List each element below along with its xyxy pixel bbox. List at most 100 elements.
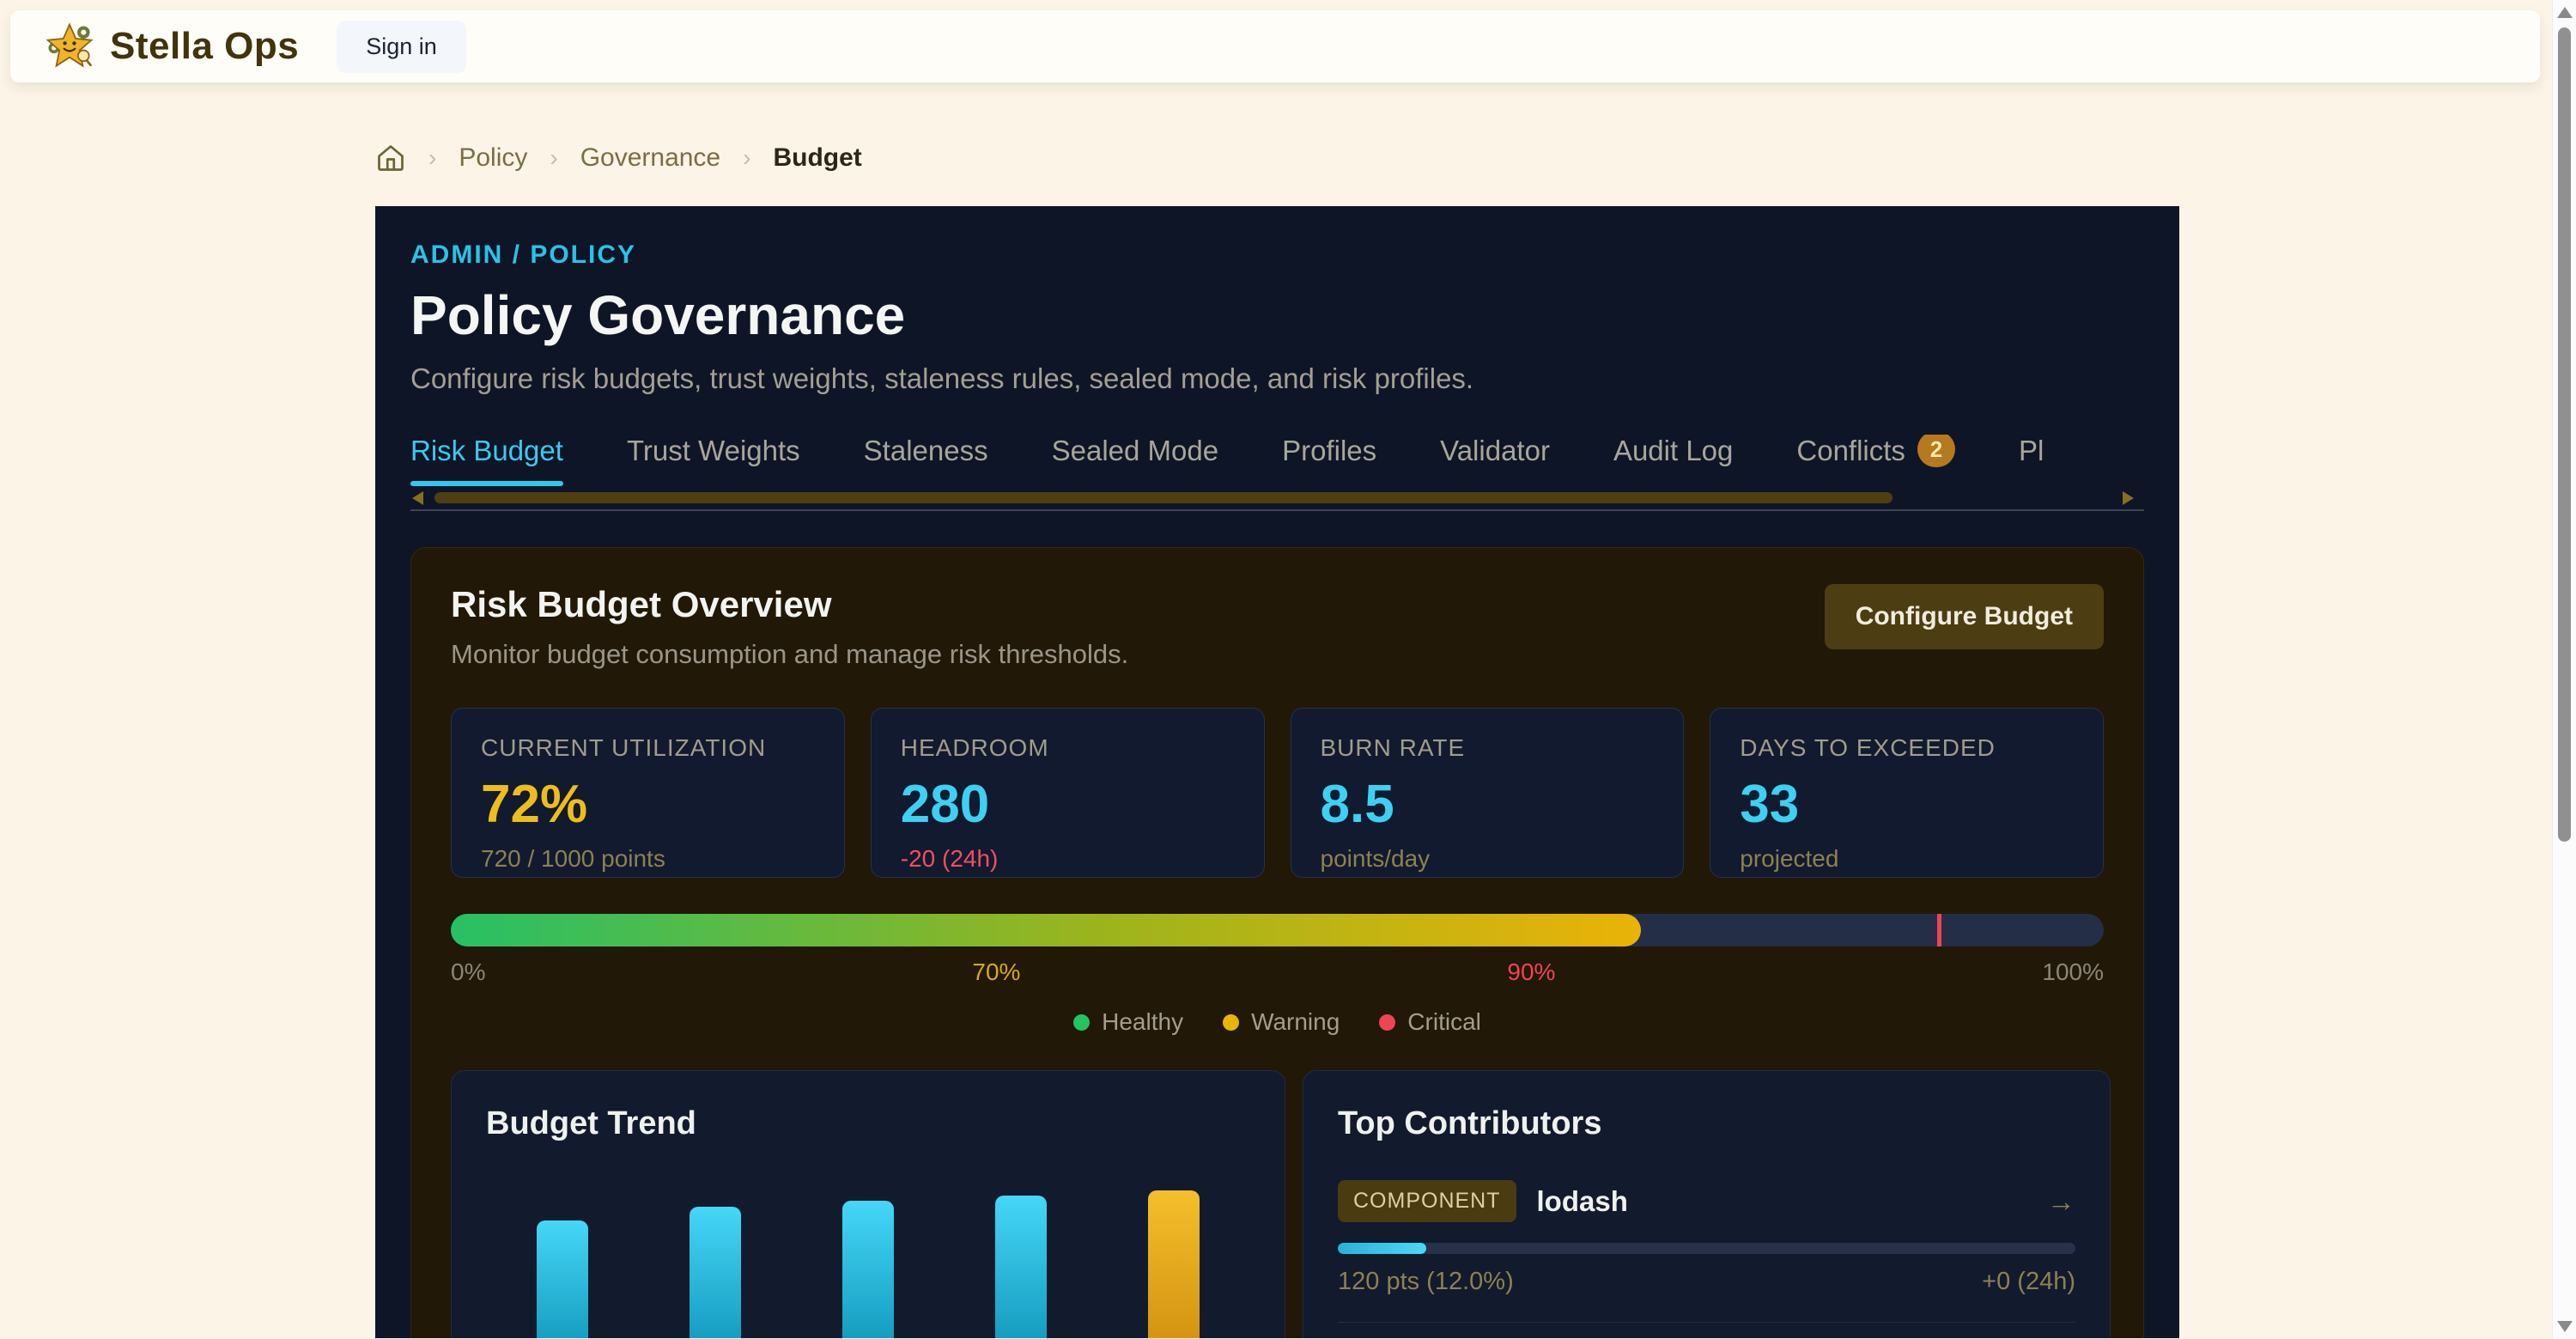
tab-staleness[interactable]: Staleness xyxy=(864,435,988,486)
scroll-up-arrow-icon[interactable] xyxy=(2557,7,2573,18)
breadcrumb-link-governance[interactable]: Governance xyxy=(580,143,720,173)
breadcrumb-separator: › xyxy=(428,144,436,172)
budget-trend-card: Budget Trend 12/1 12/8 12/15 12/22 12/29 xyxy=(451,1070,1285,1338)
browser-scrollbar-thumb[interactable] xyxy=(2558,27,2571,842)
divider xyxy=(1338,1322,2075,1323)
tabs-scroll-right-arrow-icon[interactable] xyxy=(2123,491,2134,505)
tabs-divider xyxy=(410,509,2144,511)
page-container: › Policy › Governance › Budget ADMIN / P… xyxy=(375,0,2179,1338)
stat-value: 280 xyxy=(901,774,1235,835)
configure-budget-button[interactable]: Configure Budget xyxy=(1825,584,2104,649)
breadcrumb-separator: › xyxy=(743,144,750,172)
stat-sub: -20 (24h) xyxy=(901,845,1235,873)
trend-bar xyxy=(842,1201,894,1338)
brand-logo-icon xyxy=(45,21,94,71)
sign-in-button[interactable]: Sign in xyxy=(337,21,466,73)
contributor-bar-fill xyxy=(1338,1243,1426,1254)
contributor-delta: +0 (24h) xyxy=(1982,1268,2075,1296)
legend-item-healthy: Healthy xyxy=(1073,1008,1183,1036)
app-header: Stella Ops Sign in xyxy=(10,10,2540,82)
tabs-scrollbar-thumb[interactable] xyxy=(434,492,1893,503)
contributor-bar-track xyxy=(1338,1243,2075,1254)
tabs-scrollbar[interactable] xyxy=(410,490,2144,504)
trend-bar xyxy=(995,1196,1047,1338)
browser-scrollbar[interactable] xyxy=(2552,0,2576,1339)
page-title: Policy Governance xyxy=(410,283,2144,347)
critical-dot-icon xyxy=(1379,1014,1395,1031)
breadcrumb-link-policy[interactable]: Policy xyxy=(459,143,527,173)
stat-label: HEADROOM xyxy=(901,734,1235,762)
contributors-list: COMPONENT lodash → 120 pts (12.0%) +0 (2… xyxy=(1338,1180,2075,1338)
trend-bar xyxy=(690,1207,741,1338)
warning-dot-icon xyxy=(1223,1014,1239,1031)
tab-profiles[interactable]: Profiles xyxy=(1282,435,1376,486)
tab-conflicts[interactable]: Conflicts 2 xyxy=(1796,435,1955,486)
brand-name: Stella Ops xyxy=(110,25,299,68)
stat-label: DAYS TO EXCEEDED xyxy=(1740,734,2074,762)
stat-card-headroom: HEADROOM 280 -20 (24h) xyxy=(871,708,1265,878)
stat-value: 72% xyxy=(481,774,815,835)
conflicts-count-badge: 2 xyxy=(1917,435,1955,467)
tabs-viewport: Risk Budget Trust Weights Staleness Seal… xyxy=(410,435,2144,486)
policy-governance-panel: ADMIN / POLICY Policy Governance Configu… xyxy=(375,206,2179,1338)
legend-item-critical: Critical xyxy=(1379,1008,1481,1036)
gauge-threshold-label: 70% xyxy=(972,959,1020,986)
budget-trend-chart xyxy=(486,1190,1250,1338)
healthy-dot-icon xyxy=(1073,1014,1090,1031)
brand[interactable]: Stella Ops xyxy=(45,21,299,71)
risk-budget-overview-card: Risk Budget Overview Monitor budget cons… xyxy=(410,547,2144,1338)
tab-trust-weights[interactable]: Trust Weights xyxy=(627,435,800,486)
breadcrumb-current: Budget xyxy=(773,143,861,173)
tab-audit-log[interactable]: Audit Log xyxy=(1613,435,1733,486)
trend-bar xyxy=(537,1220,588,1338)
tab-truncated[interactable]: Pl xyxy=(2019,435,2044,486)
stats-grid: CURRENT UTILIZATION 72% 720 / 1000 point… xyxy=(451,708,2104,878)
overview-subtitle: Monitor budget consumption and manage ri… xyxy=(451,639,1128,670)
stat-value: 33 xyxy=(1740,774,2074,835)
home-icon xyxy=(375,143,406,173)
gauge-threshold-label: 100% xyxy=(2042,959,2104,986)
critical-threshold-marker xyxy=(1937,914,1941,946)
contributor-type-badge: COMPONENT xyxy=(1338,1180,1516,1222)
stat-sub: projected xyxy=(1740,845,2074,873)
stat-sub: 720 / 1000 points xyxy=(481,845,815,873)
stat-value: 8.5 xyxy=(1321,774,1655,835)
trend-flat-arrow-icon: → xyxy=(2047,1185,2075,1218)
legend-item-warning: Warning xyxy=(1223,1008,1340,1036)
tab-conflicts-label: Conflicts xyxy=(1796,435,1905,467)
trend-bar xyxy=(1148,1190,1200,1338)
tabs-row: Risk Budget Trust Weights Staleness Seal… xyxy=(410,435,2144,486)
tabs-scroll-left-arrow-icon[interactable] xyxy=(412,491,423,505)
contributor-points: 120 pts (12.0%) xyxy=(1338,1268,1514,1296)
utilization-gauge-track xyxy=(451,914,2104,946)
tab-validator[interactable]: Validator xyxy=(1440,435,1550,486)
top-contributors-title: Top Contributors xyxy=(1338,1105,2075,1142)
page-subtitle: Configure risk budgets, trust weights, s… xyxy=(410,362,2144,395)
page-eyebrow: ADMIN / POLICY xyxy=(410,240,2144,270)
gauge-threshold-labels: 0% 70% 90% 100% xyxy=(451,959,2104,986)
stat-card-days-to-exceeded: DAYS TO EXCEEDED 33 projected xyxy=(1710,708,2104,878)
tab-risk-budget[interactable]: Risk Budget xyxy=(410,435,563,486)
gauge-legend: Healthy Warning Critical xyxy=(451,1008,2104,1036)
gauge-threshold-label: 90% xyxy=(1507,959,1555,986)
contributor-name: lodash xyxy=(1537,1185,1628,1218)
breadcrumb-home-link[interactable] xyxy=(375,143,406,173)
contributor-row[interactable]: COMPONENT lodash → 120 pts (12.0%) +0 (2… xyxy=(1338,1180,2075,1323)
utilization-gauge-fill xyxy=(451,914,1641,946)
legend-label: Healthy xyxy=(1102,1008,1183,1036)
top-contributors-card: Top Contributors COMPONENT lodash → xyxy=(1303,1070,2111,1338)
scroll-down-arrow-icon[interactable] xyxy=(2557,1321,2573,1332)
budget-trend-title: Budget Trend xyxy=(486,1105,1250,1142)
stat-card-burn-rate: BURN RATE 8.5 points/day xyxy=(1291,708,1685,878)
breadcrumb: › Policy › Governance › Budget xyxy=(375,143,2179,173)
stat-label: CURRENT UTILIZATION xyxy=(481,734,815,762)
stat-label: BURN RATE xyxy=(1321,734,1655,762)
tab-sealed-mode[interactable]: Sealed Mode xyxy=(1052,435,1218,486)
legend-label: Critical xyxy=(1407,1008,1481,1036)
legend-label: Warning xyxy=(1251,1008,1340,1036)
overview-title: Risk Budget Overview xyxy=(451,584,1128,625)
breadcrumb-separator: › xyxy=(550,144,557,172)
gauge-threshold-label: 0% xyxy=(451,959,485,986)
stat-sub: points/day xyxy=(1321,845,1655,873)
stat-card-current-utilization: CURRENT UTILIZATION 72% 720 / 1000 point… xyxy=(451,708,845,878)
